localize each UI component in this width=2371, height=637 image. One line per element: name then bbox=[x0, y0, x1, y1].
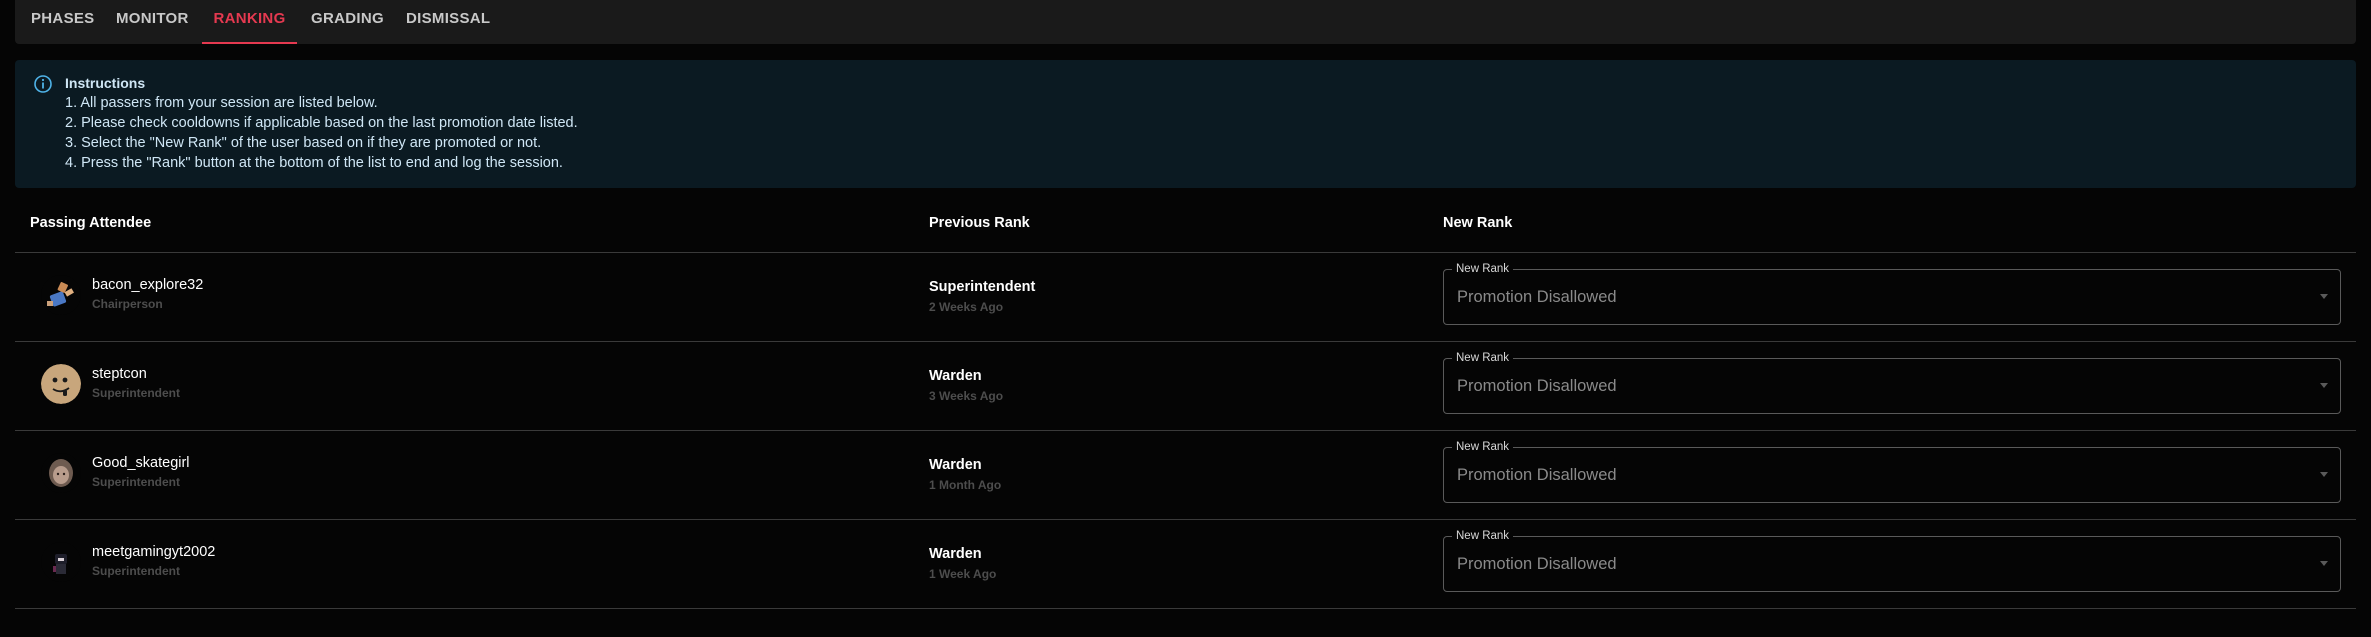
column-header-attendee: Passing Attendee bbox=[30, 215, 152, 231]
attendee-rank: Chairperson bbox=[92, 297, 163, 311]
new-rank-select[interactable]: New Rank Promotion Disallowed bbox=[1443, 529, 2341, 592]
previous-rank: Warden bbox=[929, 457, 982, 473]
tab-label: GRADING bbox=[311, 10, 384, 27]
tab-grading[interactable]: GRADING bbox=[311, 0, 384, 44]
attendee-rank: Superintendent bbox=[92, 386, 181, 400]
select-value: Promotion Disallowed bbox=[1457, 555, 1617, 573]
tab-ranking[interactable]: RANKING bbox=[202, 0, 297, 44]
previous-rank-date: 3 Weeks Ago bbox=[929, 389, 1004, 403]
tab-bar: PHASES MONITOR RANKING GRADING DISMISSAL bbox=[15, 0, 2356, 44]
table-row: meetgamingyt2002 Superintendent Warden 1… bbox=[15, 520, 2356, 608]
previous-rank: Warden bbox=[929, 546, 982, 562]
select-value: Promotion Disallowed bbox=[1457, 288, 1617, 306]
previous-rank-date: 1 Month Ago bbox=[929, 478, 1002, 492]
tab-label: MONITOR bbox=[116, 10, 189, 27]
instruction-line: 1. All passers from your session are lis… bbox=[65, 95, 378, 111]
avatar bbox=[41, 364, 81, 404]
avatar bbox=[41, 275, 81, 315]
select-value: Promotion Disallowed bbox=[1457, 377, 1617, 395]
new-rank-select[interactable]: New Rank Promotion Disallowed bbox=[1443, 440, 2341, 503]
tab-phases[interactable]: PHASES bbox=[31, 0, 94, 44]
avatar bbox=[41, 453, 81, 493]
column-header-new-rank: New Rank bbox=[1443, 215, 1513, 231]
tab-monitor[interactable]: MONITOR bbox=[116, 0, 189, 44]
attendee-username: bacon_explore32 bbox=[92, 277, 204, 293]
tab-label: DISMISSAL bbox=[406, 10, 491, 27]
active-tab-indicator bbox=[202, 42, 297, 44]
instructions-title: Instructions bbox=[65, 75, 146, 91]
avatar bbox=[41, 542, 81, 582]
caret-down-icon bbox=[2320, 294, 2328, 299]
instruction-line: 3. Select the "New Rank" of the user bas… bbox=[65, 135, 542, 151]
previous-rank: Superintendent bbox=[929, 279, 1036, 295]
table-row: steptcon Superintendent Warden 3 Weeks A… bbox=[15, 342, 2356, 430]
caret-down-icon bbox=[2320, 472, 2328, 477]
row-divider bbox=[15, 608, 2356, 609]
attendee-username: meetgamingyt2002 bbox=[92, 544, 216, 560]
tab-label: PHASES bbox=[31, 10, 95, 27]
caret-down-icon bbox=[2320, 561, 2328, 566]
previous-rank-date: 1 Week Ago bbox=[929, 567, 997, 581]
select-label: New Rank bbox=[1452, 529, 1514, 543]
tab-dismissal[interactable]: DISMISSAL bbox=[406, 0, 490, 44]
tab-label: RANKING bbox=[213, 10, 286, 27]
select-value: Promotion Disallowed bbox=[1457, 466, 1617, 484]
column-header-previous-rank: Previous Rank bbox=[929, 215, 1030, 231]
select-label: New Rank bbox=[1452, 351, 1514, 365]
instructions-alert: Instructions 1. All passers from your se… bbox=[15, 60, 2356, 188]
attendee-username: Good_skategirl bbox=[92, 455, 190, 471]
instruction-line: 4. Press the "Rank" button at the bottom… bbox=[65, 155, 563, 171]
instruction-line: 2. Please check cooldowns if applicable … bbox=[65, 115, 578, 131]
attendee-rank: Superintendent bbox=[92, 475, 181, 489]
select-label: New Rank bbox=[1452, 262, 1514, 276]
table-row: Good_skategirl Superintendent Warden 1 M… bbox=[15, 431, 2356, 519]
caret-down-icon bbox=[2320, 383, 2328, 388]
new-rank-select[interactable]: New Rank Promotion Disallowed bbox=[1443, 262, 2341, 325]
new-rank-select[interactable]: New Rank Promotion Disallowed bbox=[1443, 351, 2341, 414]
select-label: New Rank bbox=[1452, 440, 1514, 454]
previous-rank-date: 2 Weeks Ago bbox=[929, 300, 1004, 314]
attendee-username: steptcon bbox=[92, 366, 147, 382]
previous-rank: Warden bbox=[929, 368, 982, 384]
attendee-rank: Superintendent bbox=[92, 564, 181, 578]
info-icon bbox=[33, 74, 53, 94]
table-row: bacon_explore32 Chairperson Superintende… bbox=[15, 253, 2356, 341]
